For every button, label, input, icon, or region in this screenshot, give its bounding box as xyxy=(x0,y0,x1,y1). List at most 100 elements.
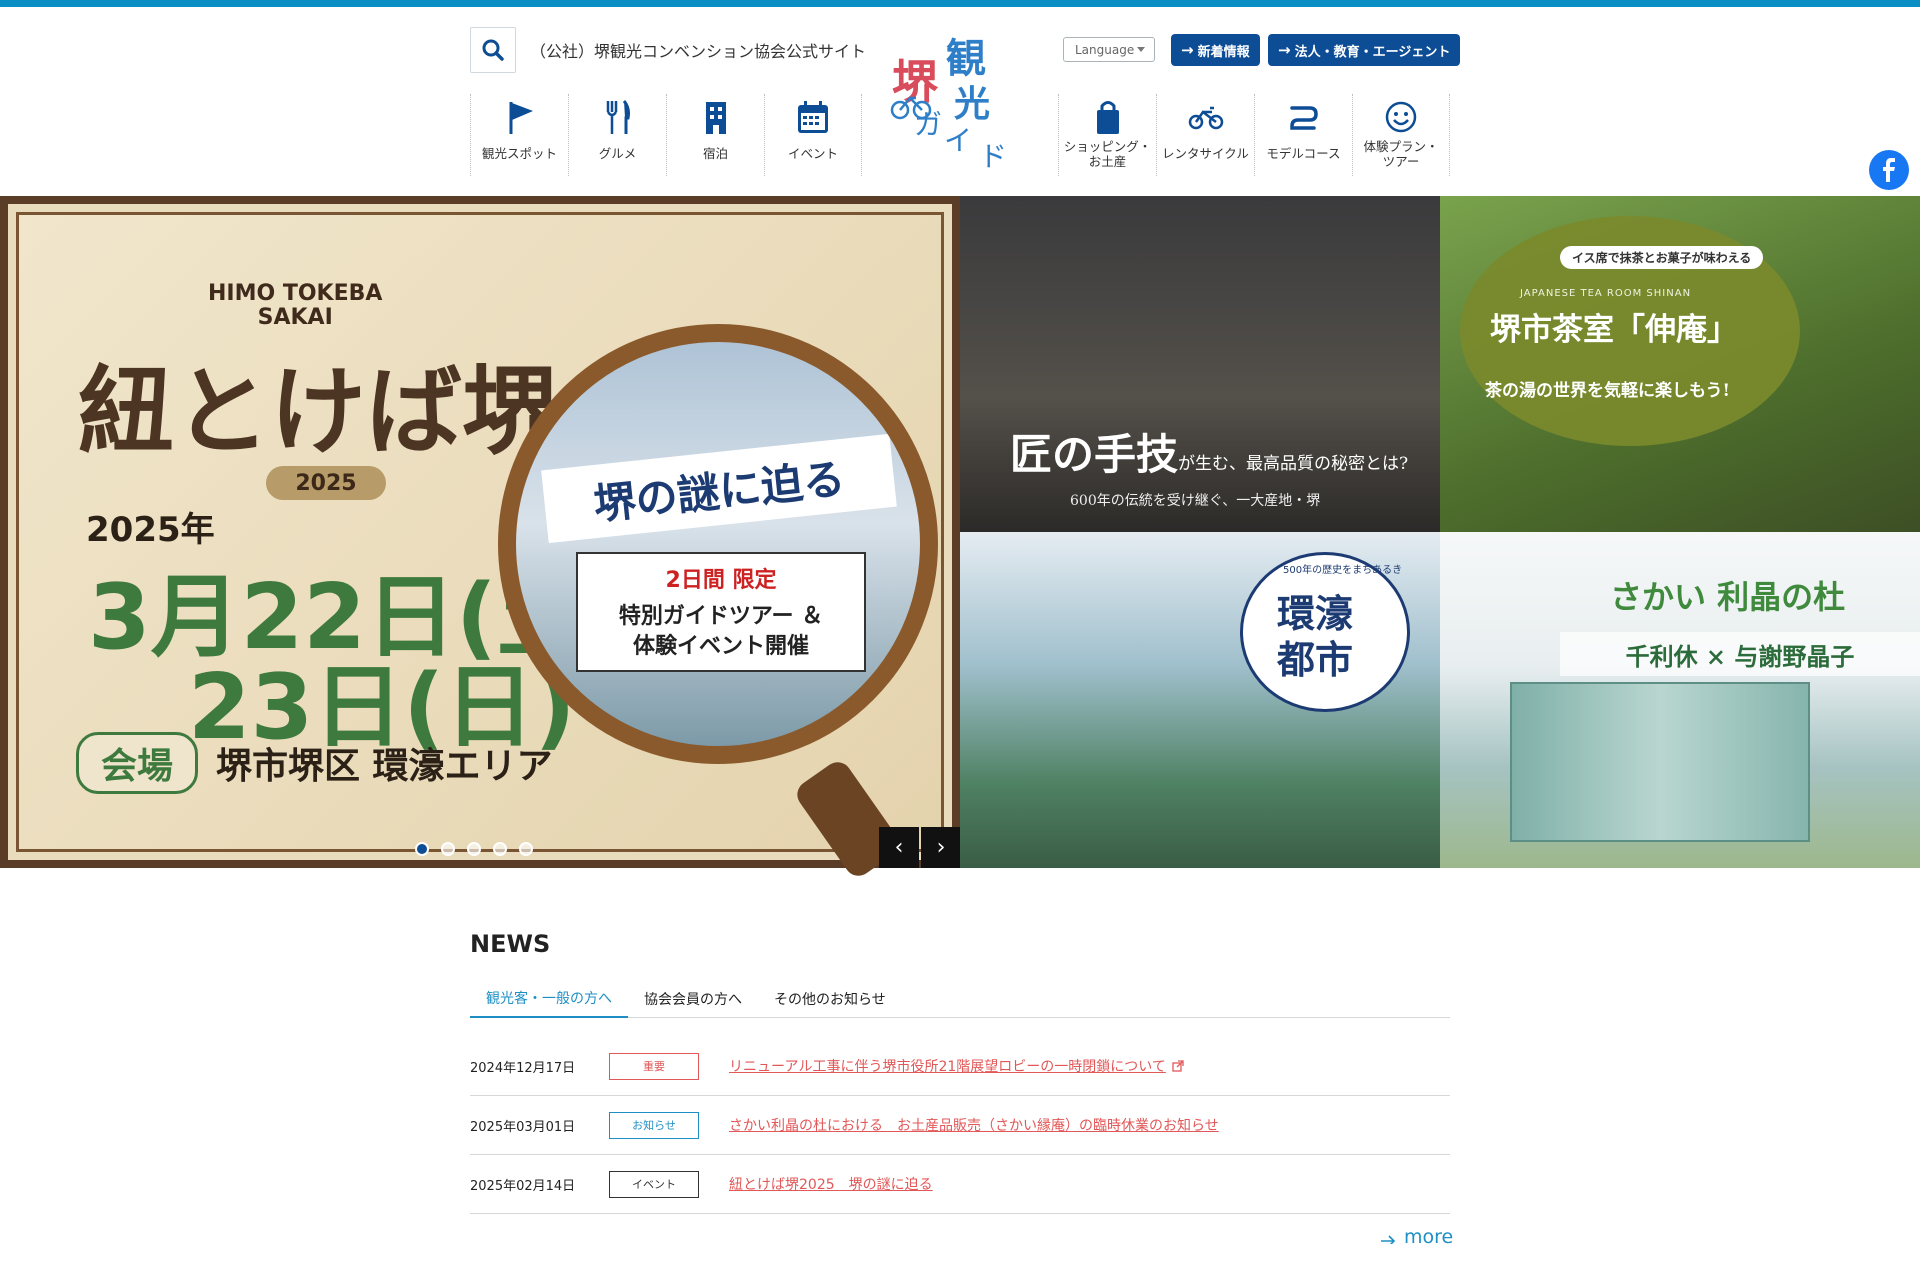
tile1-title-main: 匠の手技 xyxy=(1010,430,1179,479)
nav-item-experience[interactable]: 体験プラン・ ツアー xyxy=(1352,94,1450,176)
news-link-text: 紐とけば堺2025 堺の謎に迫る xyxy=(729,1177,933,1193)
news-button[interactable]: → 新着情報 xyxy=(1171,34,1260,66)
nav-item-label: グルメ xyxy=(598,146,637,161)
tile1-subtitle: 600年の伝統を受け継ぐ、一大産地・堺 xyxy=(1070,493,1321,509)
hero-carousel: HIMO TOKEBA SAKAI 紐とけば堺 2025 2025年 3月22日… xyxy=(0,196,1920,882)
news-category-badge: イベント xyxy=(609,1170,699,1198)
logo-char-6: ド xyxy=(979,140,1007,171)
building-icon xyxy=(705,102,726,134)
chevron-down-icon xyxy=(1137,47,1145,52)
news-more-link[interactable]: more xyxy=(1380,1226,1453,1248)
news-date: 2025年03月01日 xyxy=(470,1119,576,1135)
news-heading: NEWS xyxy=(470,930,551,958)
carousel-next-button[interactable]: › xyxy=(921,827,961,868)
logo-char-2: 観 xyxy=(946,35,986,82)
news-date: 2025年02月14日 xyxy=(470,1178,576,1194)
news-category-badge: 重要 xyxy=(609,1052,699,1080)
hero-tile-tearoom[interactable]: イス席で抹茶とお菓子が味わえる JAPANESE TEA ROOM SHINAN… xyxy=(1440,196,1920,532)
nav-item-event[interactable]: イベント xyxy=(764,94,862,176)
news-row: 2024年12月17日 重要 リニューアル工事に伴う堺市役所21階展望ロビーの一… xyxy=(470,1037,1450,1096)
tab-members[interactable]: 協会会員の方へ xyxy=(628,980,758,1018)
tile3-badge-arc: 500年の歴史をまちあるき xyxy=(1283,565,1403,576)
nav-item-label: レンタサイクル xyxy=(1162,146,1249,161)
tab-other[interactable]: その他のお知らせ xyxy=(758,980,902,1018)
news-link-text: リニューアル工事に伴う堺市役所21階展望ロビーの一時閉鎖について xyxy=(729,1059,1166,1075)
news-row: 2025年02月14日 イベント 紐とけば堺2025 堺の謎に迫る xyxy=(470,1155,1450,1214)
venue-tag: 会場 xyxy=(76,732,199,794)
news-button-label: 新着情報 xyxy=(1197,44,1250,60)
carousel-dots xyxy=(415,842,533,856)
carousel-dot[interactable] xyxy=(493,842,507,856)
search-icon xyxy=(482,39,504,61)
banner-year-badge: 2025 xyxy=(266,466,386,500)
tile4-title: さかい 利晶の杜 xyxy=(1610,578,1846,616)
shopping-bag-icon xyxy=(1096,101,1119,134)
banner-title: 紐とけば堺 xyxy=(78,355,558,468)
smile-icon xyxy=(1385,101,1417,133)
carousel-dot[interactable] xyxy=(467,842,481,856)
banner-venue: 会場 堺市堺区 環濠エリア xyxy=(76,732,553,794)
business-button-label: 法人・教育・エージェント xyxy=(1294,44,1451,60)
nav-item-label: イベント xyxy=(787,146,838,161)
tile4-building xyxy=(1510,682,1810,842)
fork-knife-icon xyxy=(606,100,630,134)
tile2-title: 堺市茶室「伸庵」 xyxy=(1490,312,1738,348)
nav-item-label: 宿泊 xyxy=(702,146,728,161)
news-link[interactable]: 紐とけば堺2025 堺の謎に迫る xyxy=(729,1174,933,1194)
tile1-title-small: が生む、最高品質の秘密とは? xyxy=(1178,454,1409,474)
nav-item-label: ショッピング・ お土産 xyxy=(1063,139,1152,169)
nav-item-stay[interactable]: 宿泊 xyxy=(666,94,764,176)
logo-char-4: ガ xyxy=(914,108,942,141)
external-link-icon xyxy=(1172,1060,1184,1072)
hero-tile-craftsmanship[interactable]: 匠の手技が生む、最高品質の秘密とは? 600年の伝統を受け継ぐ、一大産地・堺 xyxy=(960,196,1440,532)
ribbon-line2: 特別ガイドツアー ＆ 体験イベント開催 xyxy=(618,604,824,659)
site-logo[interactable]: 堺 観 光 ガ イ ド xyxy=(884,26,1034,173)
nav-item-spots[interactable]: 観光スポット xyxy=(470,94,568,176)
carousel-prev-button[interactable]: ‹ xyxy=(879,827,919,868)
carousel-arrows: ‹ › xyxy=(879,827,961,868)
flag-icon xyxy=(509,102,533,134)
carousel-dot[interactable] xyxy=(519,842,533,856)
facebook-link[interactable] xyxy=(1869,150,1909,190)
magnifier-lens: 堺の謎に迫る 2日間 限定 特別ガイドツアー ＆ 体験イベント開催 xyxy=(498,324,938,764)
nav-item-gourmet[interactable]: グルメ xyxy=(568,94,666,176)
site-tagline: （公社）堺観光コンベンション協会公式サイト xyxy=(530,42,867,61)
hero-tile-rishonomori[interactable]: さかい 利晶の杜 千利休 × 与謝野晶子 xyxy=(1440,532,1920,868)
banner-subtitle: HIMO TOKEBA SAKAI xyxy=(208,281,383,330)
news-link[interactable]: リニューアル工事に伴う堺市役所21階展望ロビーの一時閉鎖について xyxy=(729,1056,1184,1076)
lens-headline: 堺の謎に迫る xyxy=(541,433,897,544)
nav-item-label: 観光スポット xyxy=(481,146,557,161)
nav-left: 観光スポット グルメ 宿泊 イベント xyxy=(470,94,862,176)
carousel-dot[interactable] xyxy=(415,842,429,856)
tile3-badge: 500年の歴史をまちあるき 環濠 都市 xyxy=(1240,552,1410,712)
carousel-dot[interactable] xyxy=(441,842,455,856)
news-row: 2025年03月01日 お知らせ さかい利晶の杜における お土産品販売（さかい縁… xyxy=(470,1096,1450,1155)
news-link-text: さかい利晶の杜における お土産品販売（さかい縁庵）の臨時休業のお知らせ xyxy=(729,1118,1219,1134)
logo-char-5: イ xyxy=(944,124,972,157)
search-button[interactable] xyxy=(470,27,516,73)
bicycle-icon xyxy=(1188,106,1223,130)
nav-right: ショッピング・ お土産 レンタサイクル モデルコース 体験プラン・ ツアー xyxy=(1058,94,1450,176)
news-date: 2024年12月17日 xyxy=(470,1060,576,1076)
arrow-right-icon: → xyxy=(1278,41,1291,59)
nav-item-model-course[interactable]: モデルコース xyxy=(1254,94,1352,176)
hero-tile-moat-city[interactable]: 500年の歴史をまちあるき 環濠 都市 xyxy=(960,532,1440,868)
news-tabs: 観光客・一般の方へ 協会会員の方へ その他のお知らせ xyxy=(470,980,1450,1018)
tab-visitors[interactable]: 観光客・一般の方へ xyxy=(470,980,628,1018)
hero-main-banner[interactable]: HIMO TOKEBA SAKAI 紐とけば堺 2025 2025年 3月22日… xyxy=(0,196,960,882)
business-button[interactable]: → 法人・教育・エージェント xyxy=(1268,34,1461,66)
news-link[interactable]: さかい利晶の杜における お土産品販売（さかい縁庵）の臨時休業のお知らせ xyxy=(729,1115,1219,1135)
news-list: 2024年12月17日 重要 リニューアル工事に伴う堺市役所21階展望ロビーの一… xyxy=(470,1037,1450,1214)
language-select[interactable]: Language xyxy=(1063,37,1155,62)
lens-ribbon: 2日間 限定 特別ガイドツアー ＆ 体験イベント開催 xyxy=(576,552,866,672)
ribbon-line1: 2日間 限定 xyxy=(665,568,777,593)
tile1-title: 匠の手技が生む、最高品質の秘密とは? xyxy=(1010,421,1408,482)
language-label: Language xyxy=(1075,42,1135,57)
tile2-subtitle: 茶の湯の世界を気軽に楽しもう! xyxy=(1485,381,1730,401)
arrow-right-icon xyxy=(1381,1235,1396,1244)
facebook-icon xyxy=(1883,158,1895,182)
nav-item-shopping[interactable]: ショッピング・ お土産 xyxy=(1058,94,1156,176)
nav-item-rental-cycle[interactable]: レンタサイクル xyxy=(1156,94,1254,176)
nav-item-label: 体験プラン・ ツアー xyxy=(1363,139,1439,169)
tile3-badge-title: 環濠 都市 xyxy=(1277,591,1354,682)
